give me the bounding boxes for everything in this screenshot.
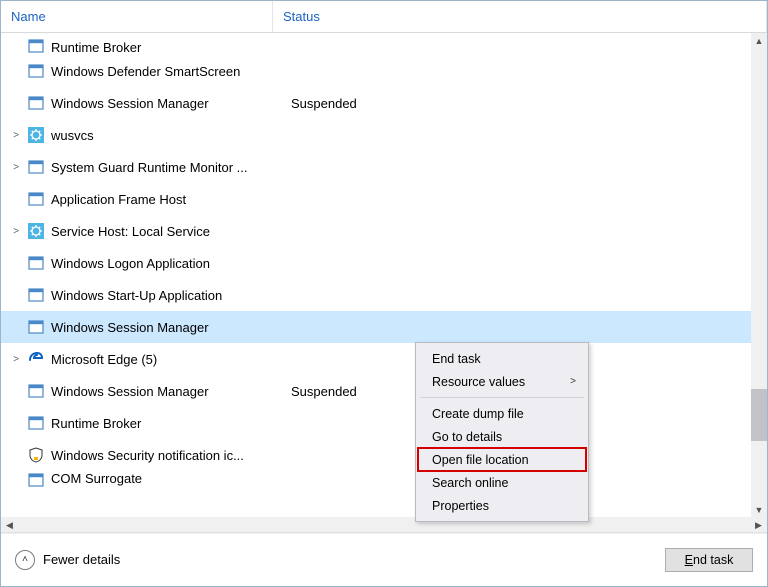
menu-item-open-file-location[interactable]: Open file location: [418, 448, 586, 471]
process-row[interactable]: Windows Defender SmartScreen: [1, 55, 751, 87]
column-header-name[interactable]: Name: [1, 1, 273, 32]
menu-item-create-dump-file[interactable]: Create dump file: [418, 402, 586, 425]
process-name: Windows Defender SmartScreen: [51, 64, 273, 79]
process-row[interactable]: Windows Session Manager: [1, 311, 751, 343]
gear-icon: [27, 126, 45, 144]
menu-item-label: Search online: [432, 476, 508, 490]
process-status: Suspended: [273, 384, 357, 399]
vertical-scrollbar[interactable]: ▲ ▼: [751, 33, 767, 517]
process-row[interactable]: COM Surrogate: [1, 471, 751, 493]
app-icon: [27, 471, 45, 489]
column-header-status[interactable]: Status: [273, 1, 767, 32]
menu-item-label: End task: [432, 352, 481, 366]
columns-header: Name Status: [1, 1, 767, 33]
shield-icon: [27, 446, 45, 464]
process-row[interactable]: > Service Host: Local Service: [1, 215, 751, 247]
scrollbar-thumb[interactable]: [751, 389, 767, 441]
menu-item-search-online[interactable]: Search online: [418, 471, 586, 494]
process-name: Windows Session Manager: [51, 320, 273, 335]
process-row[interactable]: > wusvcs: [1, 119, 751, 151]
fewer-details-toggle[interactable]: ˄ Fewer details: [15, 550, 120, 570]
chevron-up-circle-icon: ˄: [15, 550, 35, 570]
process-row[interactable]: Windows Session ManagerSuspended: [1, 375, 751, 407]
expand-chevron-icon[interactable]: >: [7, 354, 25, 365]
process-name: Application Frame Host: [51, 192, 273, 207]
scroll-down-button[interactable]: ▼: [751, 502, 767, 517]
menu-separator: [420, 397, 584, 398]
app-icon: [27, 318, 45, 336]
menu-item-label: Properties: [432, 499, 489, 513]
process-name: Windows Session Manager: [51, 384, 273, 399]
menu-item-properties[interactable]: Properties: [418, 494, 586, 517]
footer: ˄ Fewer details End task: [1, 532, 767, 586]
process-name: Service Host: Local Service: [51, 224, 273, 239]
expand-chevron-icon[interactable]: >: [7, 226, 25, 237]
app-icon: [27, 382, 45, 400]
process-list: Runtime Broker Windows Defender SmartScre…: [1, 33, 767, 517]
submenu-chevron-icon: >: [570, 376, 576, 387]
process-name: Windows Logon Application: [51, 256, 273, 271]
app-icon: [27, 414, 45, 432]
app-icon: [27, 286, 45, 304]
app-icon: [27, 254, 45, 272]
process-row[interactable]: > Microsoft Edge (5): [1, 343, 751, 375]
process-status: Suspended: [273, 96, 357, 111]
scroll-up-button[interactable]: ▲: [751, 33, 767, 48]
app-icon: [27, 190, 45, 208]
process-row[interactable]: Runtime Broker: [1, 33, 751, 55]
process-row[interactable]: Windows Start-Up Application: [1, 279, 751, 311]
expand-chevron-icon[interactable]: >: [7, 162, 25, 173]
end-task-button[interactable]: End task: [665, 548, 753, 572]
process-row[interactable]: Windows Security notification ic...: [1, 439, 751, 471]
process-row[interactable]: > System Guard Runtime Monitor ...: [1, 151, 751, 183]
app-icon: [27, 94, 45, 112]
process-name: System Guard Runtime Monitor ...: [51, 160, 273, 175]
process-name: Runtime Broker: [51, 416, 273, 431]
process-name: Windows Session Manager: [51, 96, 273, 111]
process-name: Windows Start-Up Application: [51, 288, 273, 303]
menu-item-label: Go to details: [432, 430, 502, 444]
process-name: Microsoft Edge (5): [51, 352, 273, 367]
process-name: COM Surrogate: [51, 471, 273, 486]
menu-item-resource-values[interactable]: Resource values >: [418, 370, 586, 393]
process-row[interactable]: Windows Session ManagerSuspended: [1, 87, 751, 119]
menu-item-end-task[interactable]: End task: [418, 347, 586, 370]
process-row[interactable]: Runtime Broker: [1, 407, 751, 439]
process-name: wusvcs: [51, 128, 273, 143]
menu-item-go-to-details[interactable]: Go to details: [418, 425, 586, 448]
expand-chevron-icon[interactable]: >: [7, 130, 25, 141]
app-icon: [27, 37, 45, 55]
process-name: Runtime Broker: [51, 40, 273, 55]
app-icon: [27, 158, 45, 176]
menu-item-label: Resource values: [432, 375, 525, 389]
gear-icon: [27, 222, 45, 240]
menu-item-label: Create dump file: [432, 407, 524, 421]
edge-icon: [27, 350, 45, 368]
context-menu: End task Resource values > Create dump file…: [415, 342, 589, 522]
app-icon: [27, 62, 45, 80]
menu-item-label: Open file location: [432, 453, 529, 467]
process-row[interactable]: Windows Logon Application: [1, 247, 751, 279]
process-row[interactable]: Application Frame Host: [1, 183, 751, 215]
process-name: Windows Security notification ic...: [51, 448, 273, 463]
fewer-details-label: Fewer details: [43, 552, 120, 567]
